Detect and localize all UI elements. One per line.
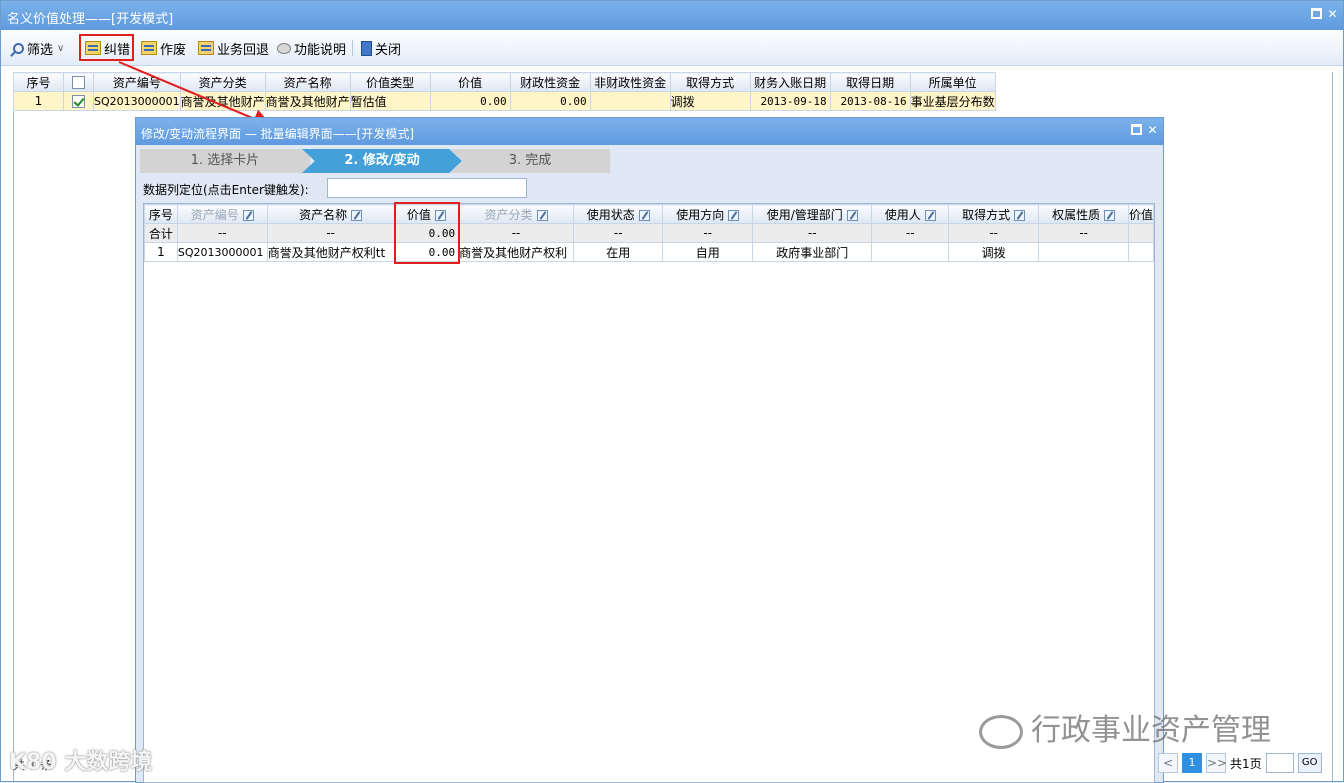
row-seq: 1 — [144, 242, 178, 262]
user-cell[interactable] — [871, 242, 949, 262]
sum-dash: -- — [871, 223, 949, 243]
wechat-icon — [979, 714, 1023, 749]
watermark-right-text: 行政事业资产管理 — [1031, 713, 1271, 748]
col-header[interactable]: 使用/管理部门 — [751, 204, 873, 224]
watermark-right: 行政事业资产管理 — [979, 705, 1271, 749]
edit-pencil-icon[interactable] — [924, 209, 936, 221]
page-number[interactable]: 1 — [1182, 753, 1202, 773]
asset-category-cell[interactable]: 商誉及其他财产权利 — [458, 242, 574, 262]
page-input[interactable] — [1265, 753, 1294, 773]
sum-dash: -- — [572, 223, 664, 243]
edit-pencil-icon[interactable] — [351, 209, 363, 221]
prev-page-button[interactable]: < — [1158, 753, 1178, 773]
edit-pencil-icon[interactable] — [1104, 209, 1116, 221]
ownership-cell[interactable] — [1038, 242, 1129, 262]
col-header-label: 资产名称 — [299, 207, 348, 222]
acquire-method-cell[interactable]: 调拨 — [947, 242, 1040, 262]
next-page-button[interactable]: >> — [1206, 753, 1227, 773]
use-status-cell[interactable]: 在用 — [572, 242, 664, 262]
summary-row: 合计 -- -- 0.00 -- -- -- -- -- -- -- — [144, 223, 1155, 243]
value-column-highlight-box — [394, 202, 460, 264]
col-header-label: 使用方向 — [676, 207, 725, 222]
overflow-cell — [1127, 242, 1155, 262]
sum-dash: -- — [176, 223, 268, 243]
dialog-title: 修改/变动流程界面 — 批量编辑界面——[开发模式] — [141, 127, 415, 141]
dept-cell[interactable]: 政府事业部门 — [751, 242, 873, 262]
sum-label: 合计 — [144, 223, 178, 243]
total-pages: 共1页 — [1230, 756, 1262, 771]
watermark-left: K80 大数跨境 — [9, 750, 153, 775]
step-modify[interactable]: 2. 修改/变动 — [302, 149, 462, 173]
edit-pencil-icon[interactable] — [242, 209, 254, 221]
sum-dash: -- — [266, 223, 395, 243]
dialog-title-bar: 修改/变动流程界面 — 批量编辑界面——[开发模式] ✕ — [136, 118, 1163, 145]
col-header[interactable]: 使用方向 — [662, 204, 753, 224]
asset-name-cell[interactable]: 商誉及其他财产权利tt — [266, 242, 395, 262]
sum-dash: -- — [751, 223, 873, 243]
col-header-label: 资产分类 — [484, 207, 533, 222]
col-header-label: 权属性质 — [1052, 207, 1101, 222]
main-window: 名义价值处理——[开发模式] ✕ 筛选 ∨ 纠错 作废 业务回退 功能说明 关闭… — [0, 0, 1344, 783]
sum-dash: -- — [458, 223, 574, 243]
sum-dash: -- — [662, 223, 753, 243]
edit-grid: 序号 资产编号 资产名称 价值 资产分类 使用状态 使用方向 使用/管理部门 使… — [144, 204, 1155, 262]
col-header[interactable]: 序号 — [144, 204, 178, 224]
col-header[interactable]: 资产分类 — [458, 204, 574, 224]
table-row[interactable]: 1 SQ2013000001 商誉及其他财产权利tt 0.00 商誉及其他财产权… — [144, 242, 1155, 262]
col-header-label: 使用/管理部门 — [766, 207, 843, 222]
grid-header-row: 序号 资产编号 资产名称 价值 资产分类 使用状态 使用方向 使用/管理部门 使… — [144, 204, 1155, 224]
edit-pencil-icon[interactable] — [846, 209, 858, 221]
edit-pencil-icon[interactable] — [728, 209, 740, 221]
go-button[interactable]: GO — [1297, 753, 1322, 773]
col-header-label: 取得方式 — [962, 207, 1011, 222]
asset-code: SQ2013000001 — [176, 242, 268, 262]
batch-edit-dialog: 修改/变动流程界面 — 批量编辑界面——[开发模式] ✕ 1. 选择卡片 3. … — [135, 117, 1164, 783]
close-icon[interactable]: ✕ — [1146, 124, 1159, 137]
col-header[interactable]: 资产编号 — [176, 204, 268, 224]
col-header-label: 使用状态 — [586, 207, 635, 222]
maximize-icon[interactable] — [1131, 124, 1142, 135]
sum-dash: -- — [947, 223, 1040, 243]
step-select-card[interactable]: 1. 选择卡片 — [140, 149, 310, 173]
edit-pencil-icon[interactable] — [638, 209, 650, 221]
sum-dash: -- — [1038, 223, 1129, 243]
col-header[interactable]: 取得方式 — [947, 204, 1040, 224]
col-header[interactable]: 价值 — [1127, 204, 1155, 224]
edit-pencil-icon[interactable] — [1014, 209, 1026, 221]
locate-input[interactable] — [327, 178, 527, 198]
col-header[interactable]: 使用状态 — [572, 204, 664, 224]
col-header-label: 资产编号 — [190, 207, 239, 222]
sum-empty — [1127, 223, 1155, 243]
locate-label: 数据列定位(点击Enter键触发): — [143, 183, 309, 197]
edit-pencil-icon[interactable] — [536, 209, 548, 221]
pagination: < 1 >> 共1页 GO — [1158, 752, 1322, 774]
col-header-label: 使用人 — [884, 207, 921, 222]
col-header[interactable]: 权属性质 — [1038, 204, 1129, 224]
wizard-steps: 1. 选择卡片 3. 完成 2. 修改/变动 — [140, 149, 610, 173]
use-direction-cell[interactable]: 自用 — [662, 242, 753, 262]
col-header[interactable]: 使用人 — [871, 204, 949, 224]
col-header[interactable]: 资产名称 — [266, 204, 395, 224]
edit-grid-panel: 序号 资产编号 资产名称 价值 资产分类 使用状态 使用方向 使用/管理部门 使… — [143, 202, 1155, 783]
step-complete[interactable]: 3. 完成 — [450, 149, 610, 173]
